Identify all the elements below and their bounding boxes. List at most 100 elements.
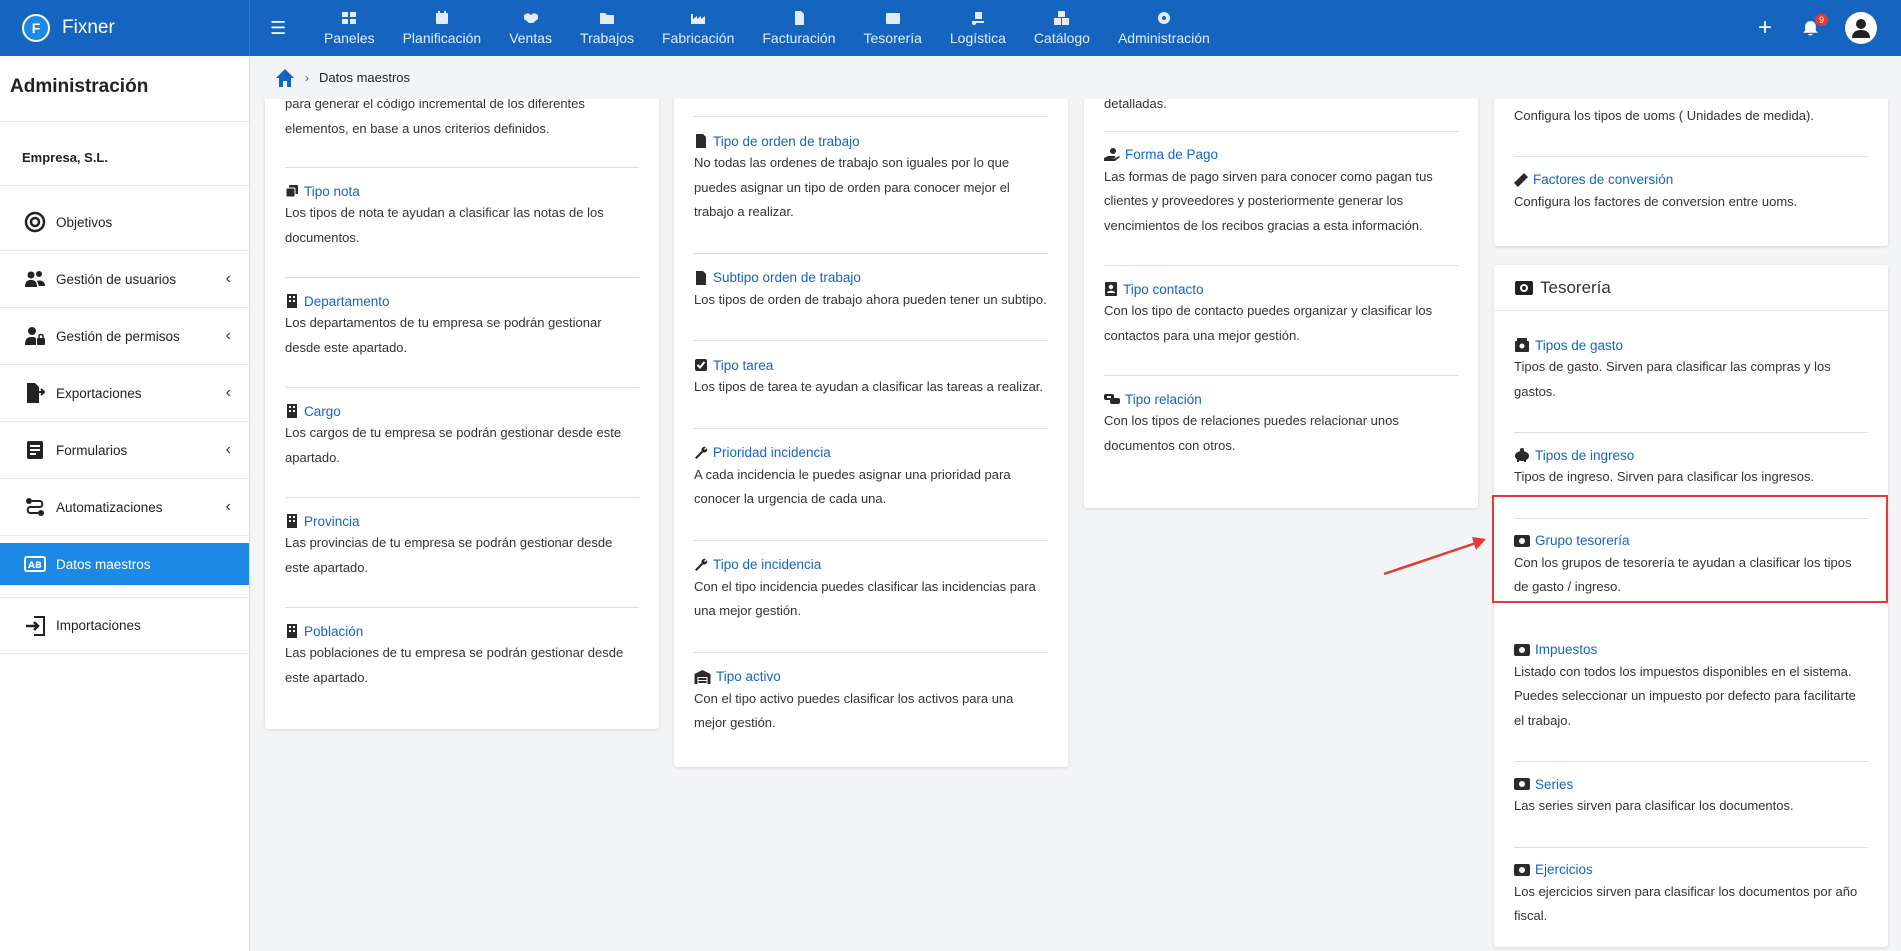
entry-link[interactable]: Tipo de orden de trabajo (694, 131, 1048, 151)
entry-link[interactable]: Provincia (285, 511, 639, 531)
entry-link[interactable]: Tipos de ingreso (1514, 445, 1868, 465)
chevron-right-icon: › (305, 70, 309, 85)
nav-ventas[interactable]: Ventas (495, 11, 566, 56)
entry-grupo-tesoreria: Grupo tesorería Con los grupos de tesore… (1514, 519, 1868, 628)
entry-partial: para generar el código incremental de lo… (285, 92, 639, 168)
handshake-icon (523, 13, 538, 23)
entry-link[interactable]: Forma de Pago (1104, 145, 1458, 165)
entry-title: Tipo relación (1125, 391, 1202, 407)
entry-partial: Configura los tipos de uoms ( Unidades d… (1514, 104, 1868, 157)
chevron-left-icon: ‹ (225, 384, 231, 401)
user-lock-icon (25, 327, 45, 345)
sidebar-item-gestion-usuarios[interactable]: Gestión de usuarios ‹ (0, 251, 249, 308)
card-general: para generar el código incremental de lo… (265, 56, 659, 729)
entry-link[interactable]: Series (1514, 774, 1868, 794)
sidebar-item-objetivos[interactable]: Objetivos (0, 194, 249, 251)
sidebar-item-formularios[interactable]: Formularios ‹ (0, 422, 249, 479)
entry-tipo-tarea: Tipo tarea Los tipos de tarea te ayudan … (694, 341, 1048, 429)
entry-title: Población (304, 623, 364, 639)
entry-link[interactable]: Ejercicios (1514, 860, 1868, 880)
money-bill-icon (1514, 534, 1530, 547)
entry-link[interactable]: Impuestos (1514, 640, 1868, 660)
checkbox-icon (695, 359, 707, 371)
entry-title: Provincia (304, 513, 360, 529)
user-avatar[interactable] (1845, 12, 1877, 44)
money-bill-icon (1514, 863, 1530, 876)
entry-title: Tipo activo (716, 669, 781, 684)
company-name[interactable]: Empresa, S.L. (0, 122, 249, 186)
entry-link[interactable]: Tipo contacto (1104, 279, 1458, 299)
entry-link[interactable]: Población (285, 621, 639, 641)
sidebar-item-label: Datos maestros (56, 556, 151, 572)
top-bar: F Fixner ☰ Paneles Planificación Ventas … (0, 0, 1901, 56)
nav-label: Fabricación (661, 30, 735, 46)
nav-label: Planificación (402, 30, 482, 46)
entry-description: Las provincias de tu empresa se podrán g… (285, 535, 613, 575)
breadcrumb-current: Datos maestros (319, 70, 411, 85)
building-icon (287, 514, 297, 528)
entry-title: Ejercicios (1535, 862, 1593, 877)
entry-link[interactable]: Tipo activo (694, 667, 1048, 687)
entry-description: Listado con todos los impuestos disponib… (1514, 663, 1856, 728)
folder-icon (600, 13, 614, 24)
nav-label: Facturación (762, 30, 836, 46)
nav-paneles[interactable]: Paneles (310, 11, 389, 56)
sidebar-item-label: Formularios (56, 442, 128, 458)
home-icon[interactable] (275, 68, 295, 88)
nav-planificacion[interactable]: Planificación (389, 11, 496, 56)
users-cog-icon (25, 271, 45, 287)
entry-link[interactable]: Grupo tesorería (1514, 531, 1868, 551)
entry-title: Factores de conversión (1533, 172, 1674, 187)
entry-tipo-contacto: Tipo contacto Con los tipo de contacto p… (1104, 266, 1458, 376)
app-name: Fixner (62, 17, 115, 38)
target-icon (24, 211, 46, 233)
hand-holding-usd-icon (1104, 147, 1120, 161)
add-button[interactable]: + (1758, 14, 1772, 42)
sidebar-item-gestion-permisos[interactable]: Gestión de permisos ‹ (0, 308, 249, 365)
factory-icon (691, 14, 706, 24)
money-bill-icon (1514, 643, 1530, 656)
entry-description: Con los tipo de contacto puedes organiza… (1104, 303, 1433, 343)
grid-icon (342, 12, 357, 24)
nav-trabajos[interactable]: Trabajos (566, 11, 648, 56)
nav-administracion[interactable]: Administración (1104, 11, 1224, 56)
entry-link[interactable]: Tipo tarea (694, 355, 1048, 375)
sidebar: Administración Empresa, S.L. Objetivos G… (0, 56, 250, 951)
entry-title: Tipos de ingreso (1535, 447, 1635, 463)
entry-provincia: Provincia Las provincias de tu empresa s… (285, 498, 639, 608)
chevron-left-icon: ‹ (225, 270, 231, 287)
entry-title: Tipo tarea (713, 357, 774, 373)
entry-link[interactable]: Tipos de gasto (1514, 335, 1868, 355)
card-trabajos: Tipo de orden de trabajo No todas las or… (674, 56, 1068, 767)
card-title: Tesorería (1540, 277, 1611, 297)
nav-catalogo[interactable]: Catálogo (1020, 11, 1104, 56)
nav-facturacion[interactable]: Facturación (748, 11, 849, 56)
brand[interactable]: F Fixner (0, 0, 250, 56)
nav-fabricacion[interactable]: Fabricación (648, 11, 748, 56)
entry-link[interactable]: Factores de conversión (1514, 170, 1868, 190)
sidebar-item-label: Importaciones (56, 618, 141, 633)
nav-tesoreria[interactable]: Tesorería (850, 11, 936, 56)
entry-tipo-orden-trabajo: Tipo de orden de trabajo No todas las or… (694, 117, 1048, 254)
sidebar-item-exportaciones[interactable]: Exportaciones ‹ (0, 365, 249, 422)
entry-link[interactable]: Tipo de incidencia (694, 555, 1048, 575)
entry-title: Series (1535, 776, 1574, 792)
entry-link[interactable]: Prioridad incidencia (694, 443, 1048, 463)
entry-link[interactable]: Subtipo orden de trabajo (694, 268, 1048, 288)
entry-title: Forma de Pago (1125, 147, 1219, 162)
menu-toggle-icon[interactable]: ☰ (270, 18, 300, 39)
sidebar-item-importaciones[interactable]: Importaciones (0, 597, 249, 654)
chevron-left-icon: ‹ (225, 327, 231, 344)
entry-link[interactable]: Tipo nota (285, 181, 639, 201)
sidebar-item-datos-maestros[interactable]: AB Datos maestros (0, 543, 249, 585)
warehouse-icon (694, 669, 711, 684)
entry-link[interactable]: Departamento (285, 291, 639, 311)
nav-logistica[interactable]: Logística (936, 11, 1020, 56)
entry-ejercicios: Ejercicios Los ejercicios sirven para cl… (1514, 848, 1868, 929)
money-icon (885, 13, 900, 24)
entry-link[interactable]: Cargo (285, 401, 639, 421)
building-icon (287, 624, 297, 638)
notifications-button[interactable]: 9 (1802, 13, 1828, 37)
sidebar-item-automatizaciones[interactable]: Automatizaciones ‹ (0, 479, 249, 536)
entry-link[interactable]: Tipo relación (1104, 389, 1458, 409)
